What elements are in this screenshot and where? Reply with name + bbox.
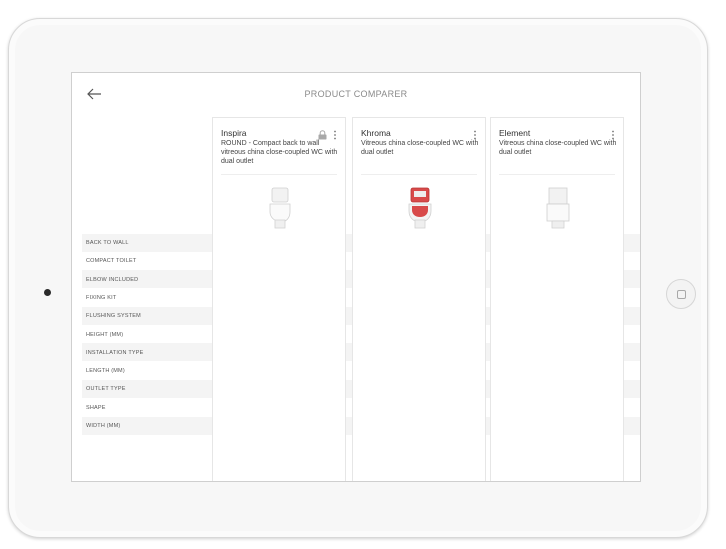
row-label: SHAPE xyxy=(86,404,106,411)
toilet-white-icon xyxy=(263,186,297,230)
row-label: ELBOW INCLUDED xyxy=(86,276,139,283)
camera-icon xyxy=(44,289,51,296)
card-divider xyxy=(361,174,477,175)
row-label: OUTLET TYPE xyxy=(86,386,126,393)
more-options-icon[interactable] xyxy=(473,127,477,140)
product-card-element: Element Vitreous china close-coupled WC w… xyxy=(490,117,624,481)
lock-icon[interactable] xyxy=(318,127,327,140)
home-square-icon xyxy=(677,290,686,299)
page-title: PRODUCT COMPARER xyxy=(304,89,408,99)
product-comparer-screen: PRODUCT COMPARER BACK TO WALL COMPACT TOI… xyxy=(71,72,641,482)
product-name: Inspira xyxy=(221,128,247,138)
home-button[interactable] xyxy=(666,279,696,309)
row-label: INSTALLATION TYPE xyxy=(86,349,144,356)
product-name: Khroma xyxy=(361,128,391,138)
product-name: Element xyxy=(499,128,531,138)
product-description: Vitreous china close-coupled WC with dua… xyxy=(361,140,479,156)
product-card-inspira: Inspira ROUND - Compact back to wall vitr… xyxy=(212,117,346,481)
row-label: WIDTH (MM) xyxy=(86,423,121,429)
product-description: ROUND - Compact back to wall vitreous ch… xyxy=(221,140,338,165)
toilet-square-icon xyxy=(541,186,575,230)
product-card-khroma: Khroma Vitreous china close-coupled WC wi… xyxy=(352,117,486,481)
card-divider xyxy=(221,174,337,175)
row-label: BACK TO WALL xyxy=(86,240,129,246)
row-label: COMPACT TOILET xyxy=(86,258,137,265)
card-divider xyxy=(499,174,615,175)
row-label: HEIGHT (MM) xyxy=(86,331,124,338)
row-label: FIXING KIT xyxy=(86,294,117,301)
toilet-red-icon xyxy=(403,186,437,230)
card-actions xyxy=(318,127,337,140)
more-options-icon[interactable] xyxy=(333,127,337,140)
more-options-icon[interactable] xyxy=(611,127,615,140)
product-description: Vitreous china close-coupled WC with dua… xyxy=(499,140,617,156)
row-label: FLUSHING SYSTEM xyxy=(86,313,141,320)
card-actions xyxy=(611,127,615,140)
row-label: LENGTH (MM) xyxy=(86,368,125,375)
card-actions xyxy=(473,127,477,140)
